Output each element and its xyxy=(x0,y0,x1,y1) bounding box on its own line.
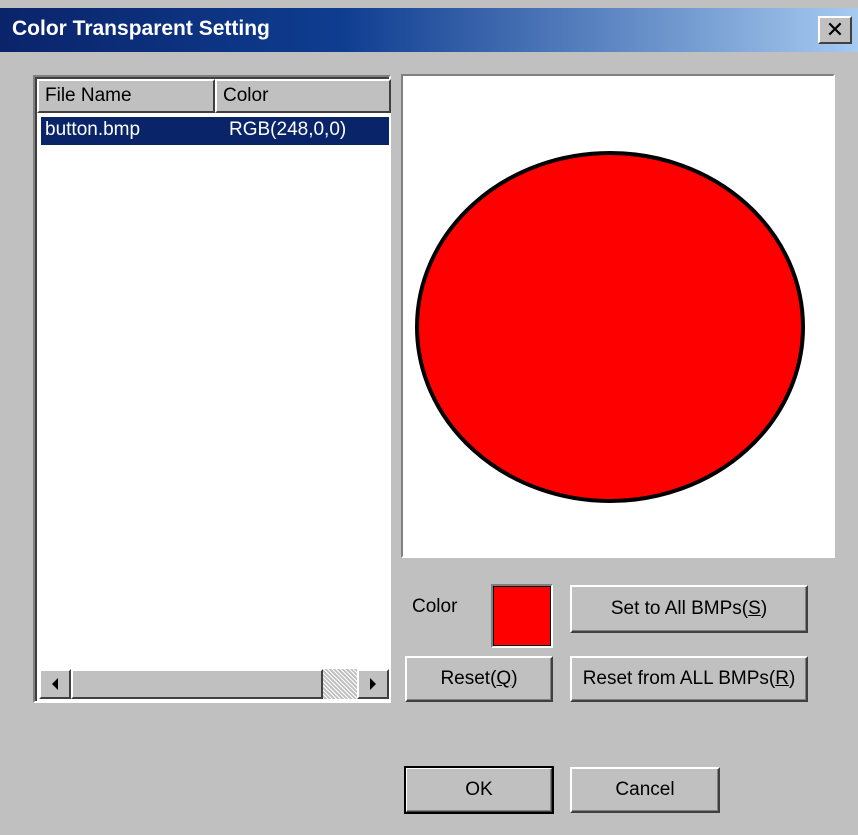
file-list-view[interactable]: File Name Color button.bmp RGB(248,0,0) xyxy=(33,75,391,703)
scroll-right-button[interactable] xyxy=(357,669,389,699)
column-header-color[interactable]: Color xyxy=(215,79,391,113)
list-header: File Name Color xyxy=(37,79,391,113)
preview-image xyxy=(415,151,805,503)
scroll-right-arrow-icon xyxy=(370,678,376,690)
close-icon: ✕ xyxy=(825,17,845,42)
reset-from-all-bmps-button[interactable]: Reset from ALL BMPs(R) xyxy=(570,656,808,702)
set-all-label: Set to All BMPs( xyxy=(610,598,749,619)
color-transparent-setting-dialog: Color Transparent Setting ✕ File Name Co… xyxy=(0,0,858,835)
close-button[interactable]: ✕ xyxy=(818,16,852,44)
ok-label: OK xyxy=(465,779,493,800)
reset-mnemonic: Q xyxy=(496,668,512,689)
reset-button[interactable]: Reset(Q) xyxy=(405,656,553,702)
reset-all-suffix: ) xyxy=(788,668,796,689)
scroll-track[interactable] xyxy=(323,669,357,699)
row-color-value: RGB(248,0,0) xyxy=(229,119,347,140)
scroll-left-arrow-icon xyxy=(52,678,58,690)
reset-suffix: ) xyxy=(511,668,518,689)
red-circle-shape xyxy=(415,151,805,503)
set-to-all-bmps-button[interactable]: Set to All BMPs(S) xyxy=(570,585,808,633)
set-all-mnemonic: S xyxy=(748,598,761,619)
bitmap-preview[interactable] xyxy=(401,74,835,558)
horizontal-scrollbar[interactable] xyxy=(37,667,391,701)
scroll-left-button[interactable] xyxy=(39,669,71,699)
reset-all-label: Reset from ALL BMPs( xyxy=(582,668,776,689)
list-row-selected[interactable]: button.bmp RGB(248,0,0) xyxy=(41,117,389,145)
title-bar[interactable]: Color Transparent Setting ✕ xyxy=(0,8,858,52)
color-swatch-fill xyxy=(493,586,551,646)
reset-all-mnemonic: R xyxy=(775,668,789,689)
reset-label: Reset( xyxy=(440,668,497,689)
column-header-file-name[interactable]: File Name xyxy=(37,79,215,113)
cancel-label: Cancel xyxy=(615,779,675,800)
scroll-thumb[interactable] xyxy=(71,669,323,699)
color-label: Color xyxy=(412,596,458,617)
window-title: Color Transparent Setting xyxy=(12,17,270,40)
row-file-name: button.bmp xyxy=(45,119,141,140)
cancel-button[interactable]: Cancel xyxy=(570,767,720,813)
ok-button[interactable]: OK xyxy=(404,766,554,814)
list-view-frame: File Name Color button.bmp RGB(248,0,0) xyxy=(35,77,391,701)
color-swatch[interactable] xyxy=(491,584,553,648)
set-all-suffix: ) xyxy=(760,598,768,619)
